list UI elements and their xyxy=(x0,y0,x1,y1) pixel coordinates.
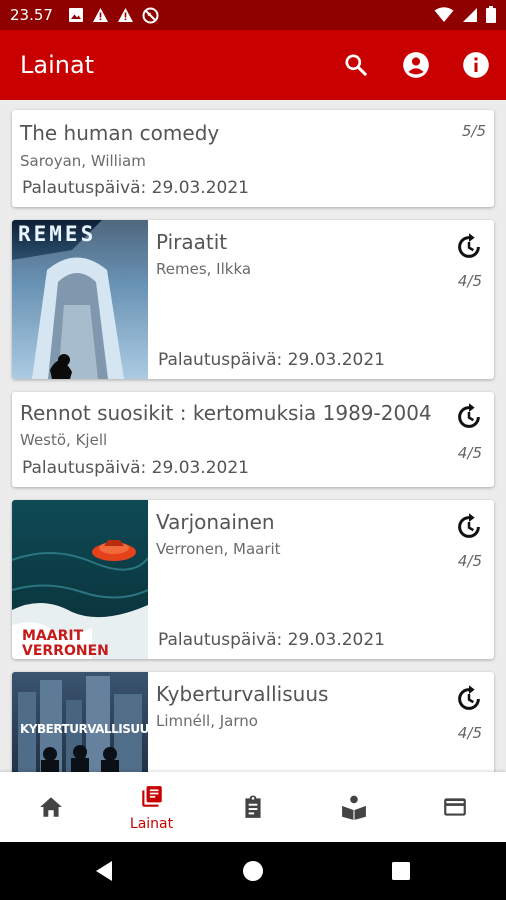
status-time: 23.57 xyxy=(10,6,53,24)
recents-icon[interactable] xyxy=(386,856,416,886)
nav-reservations[interactable] xyxy=(202,772,303,842)
renew-icon[interactable] xyxy=(454,402,484,432)
loan-title: Piraatit xyxy=(156,230,228,254)
app-bar-actions xyxy=(326,30,506,100)
loan-card[interactable]: KYBERTURVALLISUUS Kyberturvallisuus Limn… xyxy=(12,672,494,772)
loan-title: Kyberturvallisuus xyxy=(156,682,329,706)
renewal-count: 5/5 xyxy=(461,122,486,140)
battery-icon xyxy=(486,6,496,23)
nav-loans[interactable]: Lainat xyxy=(101,772,202,842)
loan-card[interactable]: Rennot suosikit : kertomuksia 1989-2004 … xyxy=(12,392,494,487)
loan-author: Limnéll, Jarno xyxy=(156,712,258,730)
nav-reading[interactable] xyxy=(303,772,404,842)
cover-text: REMES xyxy=(18,222,97,246)
loans-list[interactable]: The human comedy Saroyan, William Palaut… xyxy=(0,100,506,772)
loan-due-date: Palautuspäivä: 29.03.2021 xyxy=(22,458,249,478)
loan-title: Varjonainen xyxy=(156,510,275,534)
cover-text: VERRONEN xyxy=(22,643,109,659)
nav-home[interactable] xyxy=(0,772,101,842)
renewal-count: 4/5 xyxy=(457,444,482,462)
loan-title: The human comedy xyxy=(20,121,220,145)
search-button[interactable] xyxy=(326,30,386,100)
renewal-count: 4/5 xyxy=(457,272,482,290)
loan-author: Verronen, Maarit xyxy=(156,540,281,558)
renew-icon[interactable] xyxy=(454,684,484,714)
system-navigation-bar xyxy=(0,842,506,900)
loan-card[interactable]: MAARIT VERRONEN Varjonainen Verronen, Ma… xyxy=(12,500,494,659)
loan-card[interactable]: The human comedy Saroyan, William Palaut… xyxy=(12,110,494,207)
page-title: Lainat xyxy=(20,51,95,79)
warning-icon xyxy=(93,8,108,22)
loan-author: Remes, Ilkka xyxy=(156,260,252,278)
loan-due-date: Palautuspäivä: 29.03.2021 xyxy=(158,350,385,370)
renewal-count: 4/5 xyxy=(457,552,482,570)
search-icon xyxy=(345,54,367,76)
renew-icon[interactable] xyxy=(454,232,484,262)
home-icon xyxy=(40,797,62,817)
wifi-icon xyxy=(434,6,454,22)
library-books-icon xyxy=(142,786,162,807)
loan-due-date: Palautuspäivä: 29.03.2021 xyxy=(22,178,249,198)
signal-icon xyxy=(463,7,477,22)
account-button[interactable] xyxy=(386,30,446,100)
status-bar: 23.57 xyxy=(0,0,506,30)
warning-icon xyxy=(118,8,133,22)
loan-author: Saroyan, William xyxy=(20,152,146,170)
photo-icon xyxy=(69,8,83,22)
loan-author: Westö, Kjell xyxy=(20,431,108,449)
info-icon xyxy=(463,52,489,78)
card-icon xyxy=(444,798,466,816)
back-icon[interactable] xyxy=(90,856,120,886)
nav-label: Lainat xyxy=(129,816,174,832)
nav-library-card[interactable] xyxy=(404,772,505,842)
reading-icon xyxy=(342,795,366,820)
loan-title: Rennot suosikit : kertomuksia 1989-2004 xyxy=(20,401,432,425)
system-status-icons xyxy=(434,6,496,23)
renew-icon[interactable] xyxy=(454,512,484,542)
account-icon xyxy=(403,52,429,78)
cover-text: MAARIT xyxy=(22,628,84,644)
home-button-icon[interactable] xyxy=(238,856,268,886)
app-bar: Lainat xyxy=(0,30,506,100)
cover-text: KYBERTURVALLISUUS xyxy=(20,722,158,736)
loan-due-date: Palautuspäivä: 29.03.2021 xyxy=(158,630,385,650)
blocked-icon xyxy=(142,7,159,24)
loan-card[interactable]: REMES Piraatit Remes, Ilkka Palautuspäiv… xyxy=(12,220,494,379)
renewal-count: 4/5 xyxy=(457,724,482,742)
bottom-navigation: Lainat xyxy=(0,772,506,842)
clipboard-icon xyxy=(245,795,261,818)
notification-icons xyxy=(68,7,159,24)
info-button[interactable] xyxy=(446,30,506,100)
